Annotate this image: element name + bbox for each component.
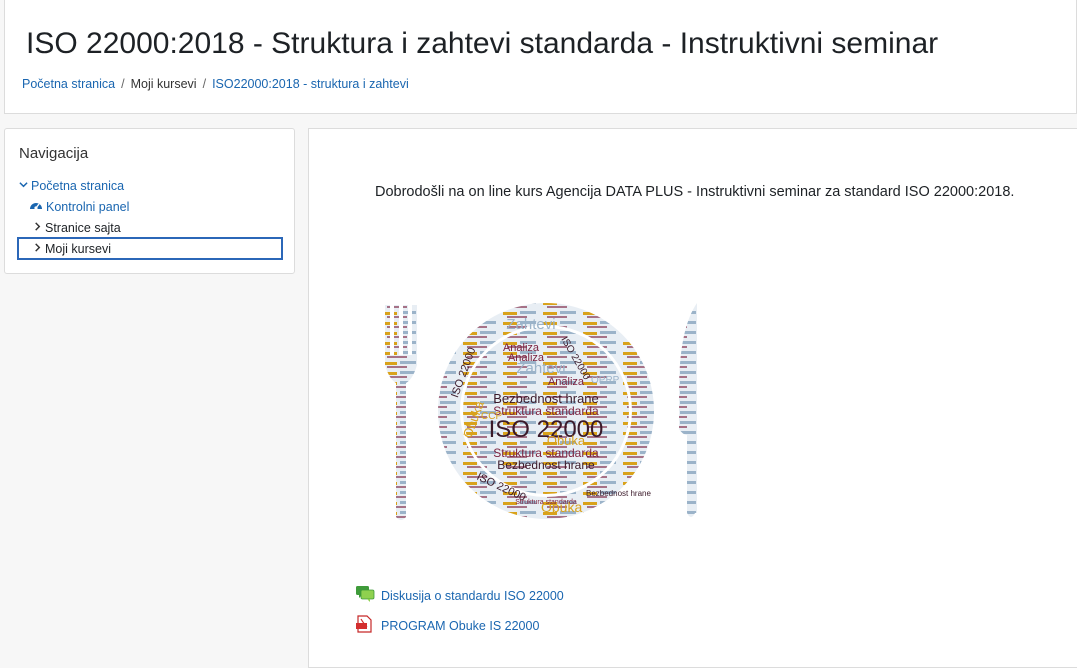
navigation-block: Navigacija Početna stranica Kontrolni pa… (4, 128, 295, 274)
course-content: Dobrodošli na on line kurs Agencija DATA… (308, 128, 1077, 668)
page-title: ISO 22000:2018 - Struktura i zahtevi sta… (26, 27, 939, 60)
course-banner-image: Bezbednost hrane Struktura standarda ISO… (381, 299, 711, 525)
word-analysis-3: Analiza (548, 376, 585, 388)
activity-pdf[interactable]: PROGRAM Obuke IS 22000 (355, 615, 539, 636)
nav-item-my-courses[interactable]: Moji kursevi (33, 242, 111, 256)
word-requirements-2: Zahtevi (516, 360, 565, 377)
nav-item-site-pages[interactable]: Stranice sajta (33, 221, 121, 235)
word-requirements: Zahtevi (506, 316, 555, 333)
nav-item-home-label[interactable]: Početna stranica (31, 179, 124, 193)
dashboard-icon (29, 199, 46, 214)
pdf-link[interactable]: PROGRAM Obuke IS 22000 (381, 619, 539, 633)
welcome-text: Dobrodošli na on line kurs Agencija DATA… (375, 184, 1015, 200)
breadcrumb-separator: / (202, 77, 207, 91)
chevron-right-icon (33, 243, 45, 255)
word-structure-small: Struktura standarda (515, 499, 577, 506)
forum-icon (355, 585, 375, 606)
breadcrumb-home-link[interactable]: Početna stranica (22, 77, 115, 91)
breadcrumb-course-link[interactable]: ISO22000:2018 - struktura i zahtevi (212, 77, 409, 91)
nav-item-dashboard-label[interactable]: Kontrolni panel (46, 200, 129, 214)
breadcrumb-separator: / (121, 77, 125, 91)
nav-item-dashboard[interactable]: Kontrolni panel (29, 199, 129, 214)
fork-icon (385, 305, 417, 520)
knife-icon (679, 303, 697, 517)
chevron-down-icon (19, 180, 31, 192)
nav-item-my-courses-label[interactable]: Moji kursevi (45, 242, 111, 256)
word-food-safety-small: Bezbednost hrane (586, 489, 651, 498)
page-header: ISO 22000:2018 - Struktura i zahtevi sta… (4, 0, 1077, 114)
chevron-right-icon (33, 222, 45, 234)
breadcrumb-my-courses: Moji kursevi (130, 77, 197, 91)
word-ccp: CCP (481, 411, 502, 422)
word-food-safety-2: Bezbednost hrane (497, 458, 595, 472)
forum-link[interactable]: Diskusija o standardu ISO 22000 (381, 589, 564, 603)
breadcrumb: Početna stranica / Moji kursevi / ISO22000:2… (22, 77, 409, 91)
navigation-title: Navigacija (19, 145, 89, 162)
nav-item-site-pages-label[interactable]: Stranice sajta (45, 221, 121, 235)
nav-item-home[interactable]: Početna stranica (19, 179, 124, 193)
word-oprp: OPRP (591, 375, 620, 386)
activity-forum[interactable]: Diskusija o standardu ISO 22000 (355, 585, 564, 606)
pdf-icon (355, 615, 375, 636)
plate-word-cloud: Bezbednost hrane Struktura standarda ISO… (385, 303, 697, 520)
